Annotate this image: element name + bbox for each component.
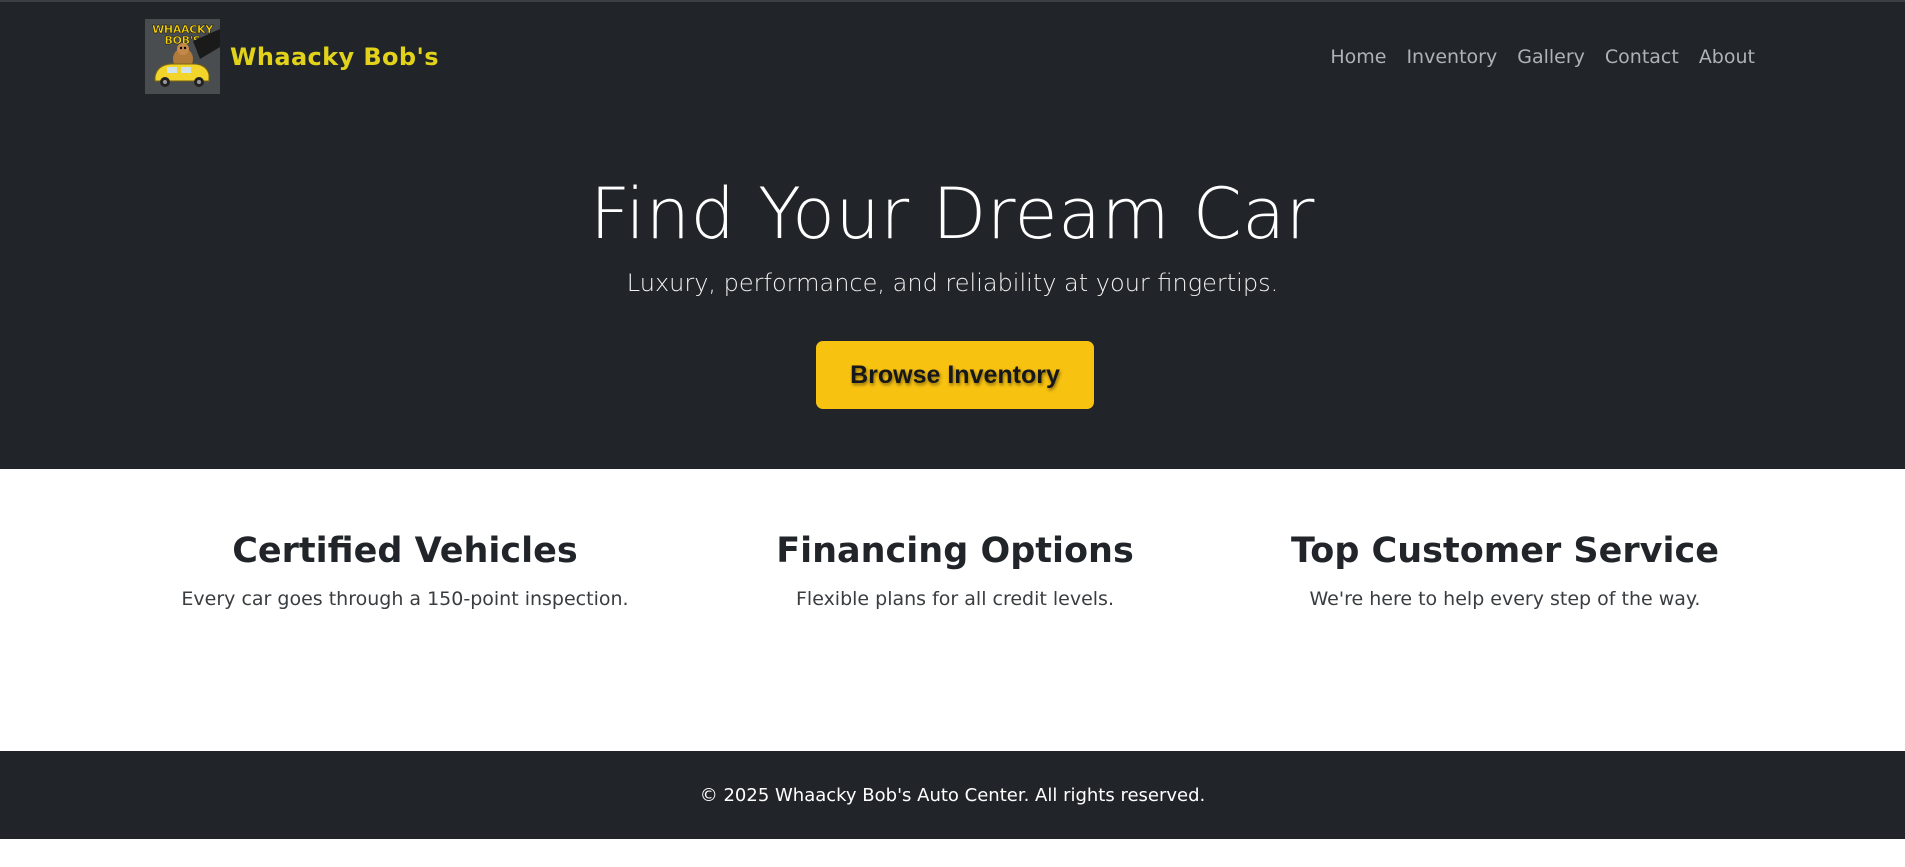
nav-link-gallery[interactable]: Gallery <box>1517 46 1585 68</box>
feature-description: We're here to help every step of the way… <box>1309 588 1701 610</box>
nav-link-inventory[interactable]: Inventory <box>1406 46 1497 68</box>
feature-description: Flexible plans for all credit levels. <box>796 588 1114 610</box>
cartoon-car-icon <box>154 29 220 87</box>
feature-title: Top Customer Service <box>1291 531 1719 571</box>
feature-description: Every car goes through a 150-point inspe… <box>181 588 629 610</box>
footer: © 2025 Whaacky Bob's Auto Center. All ri… <box>0 751 1905 839</box>
navbar: WHAACKY BOB'S Whaacky Bob's Home Invento… <box>0 0 1905 114</box>
features-section: Certified Vehicles Every car goes throug… <box>0 469 1905 751</box>
feature-financing-options: Financing Options Flexible plans for all… <box>695 529 1215 611</box>
browse-inventory-button[interactable]: Browse Inventory <box>816 341 1094 409</box>
nav-link-contact[interactable]: Contact <box>1605 46 1679 68</box>
feature-customer-service: Top Customer Service We're here to help … <box>1245 529 1765 611</box>
nav-link-home[interactable]: Home <box>1330 46 1386 68</box>
feature-certified-vehicles: Certified Vehicles Every car goes throug… <box>145 529 665 611</box>
feature-title: Certified Vehicles <box>232 531 578 571</box>
copyright-text: © 2025 Whaacky Bob's Auto Center. All ri… <box>699 785 1206 806</box>
hero-section: Find Your Dream Car Luxury, performance,… <box>0 114 1905 469</box>
brand-link[interactable]: WHAACKY BOB'S Whaacky Bob's <box>145 19 439 94</box>
brand-name: Whaacky Bob's <box>230 42 439 71</box>
hero-title: Find Your Dream Car <box>590 173 1315 255</box>
nav-link-about[interactable]: About <box>1699 46 1755 68</box>
brand-logo: WHAACKY BOB'S <box>145 19 220 94</box>
nav-links: Home Inventory Gallery Contact About <box>1330 46 1755 68</box>
feature-title: Financing Options <box>776 531 1134 571</box>
hero-subtitle: Luxury, performance, and reliability at … <box>626 269 1279 297</box>
